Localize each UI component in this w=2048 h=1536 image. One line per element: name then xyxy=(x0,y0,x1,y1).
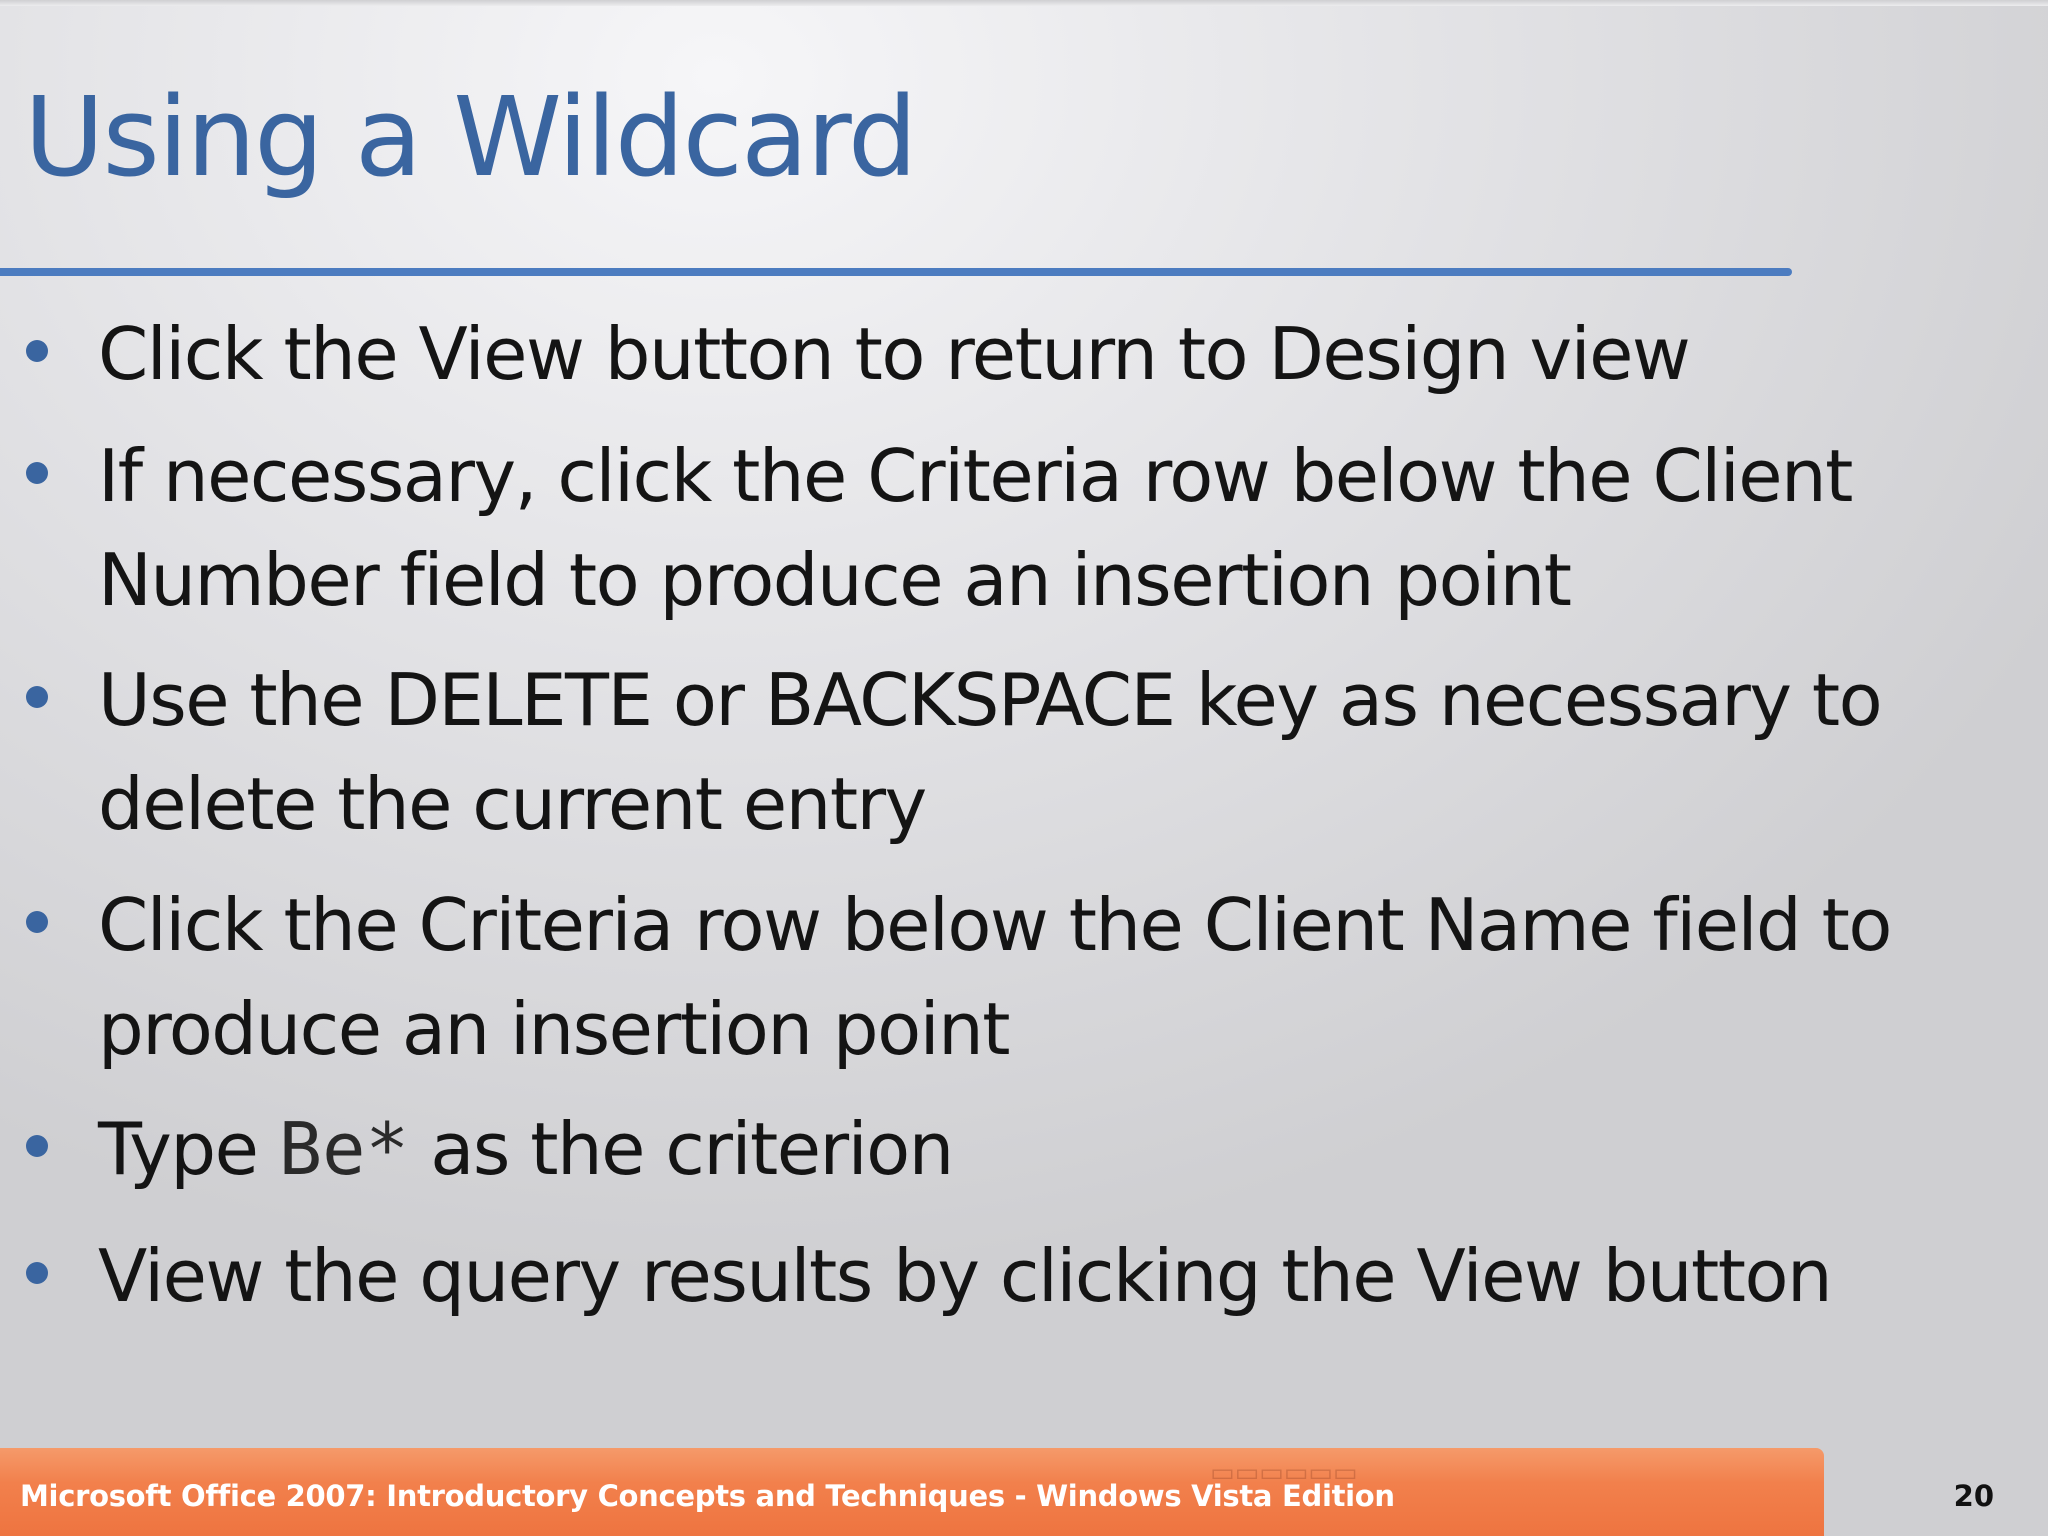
bullet-item: Type Be* as the criterion xyxy=(26,1097,1998,1201)
bullet-line: Use the DELETE or BACKSPACE key as neces… xyxy=(98,658,1883,742)
bullet-dot-icon xyxy=(26,911,48,933)
criterion-code: Be* xyxy=(278,1107,409,1191)
bullet-dot-icon xyxy=(26,462,48,484)
bullet-dot-icon xyxy=(26,686,48,708)
bullet-line: Number field to produce an insertion poi… xyxy=(98,538,1572,622)
bullet-item: If necessary, click the Criteria row bel… xyxy=(26,424,1998,632)
bullet-dot-icon xyxy=(26,340,48,362)
bullet-line: delete the current entry xyxy=(98,762,927,846)
footer-text: Microsoft Office 2007: Introductory Conc… xyxy=(20,1479,1395,1513)
bullet-line: Click the View button to return to Desig… xyxy=(98,312,1691,396)
bullet-line: produce an insertion point xyxy=(98,987,1011,1071)
bullet-item: Click the View button to return to Desig… xyxy=(26,302,1998,406)
bullet-text-suffix: as the criterion xyxy=(408,1107,954,1191)
bullet-line: Click the Criteria row below the Client … xyxy=(98,883,1892,967)
bullet-line: If necessary, click the Criteria row bel… xyxy=(98,434,1853,518)
page-number: 20 xyxy=(1953,1479,1994,1513)
bullet-item: Use the DELETE or BACKSPACE key as neces… xyxy=(26,648,1998,856)
bullet-line: View the query results by clicking the V… xyxy=(98,1234,1833,1318)
bullet-item: View the query results by clicking the V… xyxy=(26,1224,1998,1328)
bullet-list: Click the View button to return to Desig… xyxy=(0,0,2048,1400)
bullet-item: Click the Criteria row below the Client … xyxy=(26,873,1998,1081)
slide: Using a Wildcard Click the View button t… xyxy=(0,0,2048,1536)
bullet-text-prefix: Type xyxy=(98,1107,279,1191)
bullet-line: Type Be* as the criterion xyxy=(98,1097,1998,1201)
bullet-dot-icon xyxy=(26,1262,48,1284)
bullet-dot-icon xyxy=(26,1135,48,1157)
